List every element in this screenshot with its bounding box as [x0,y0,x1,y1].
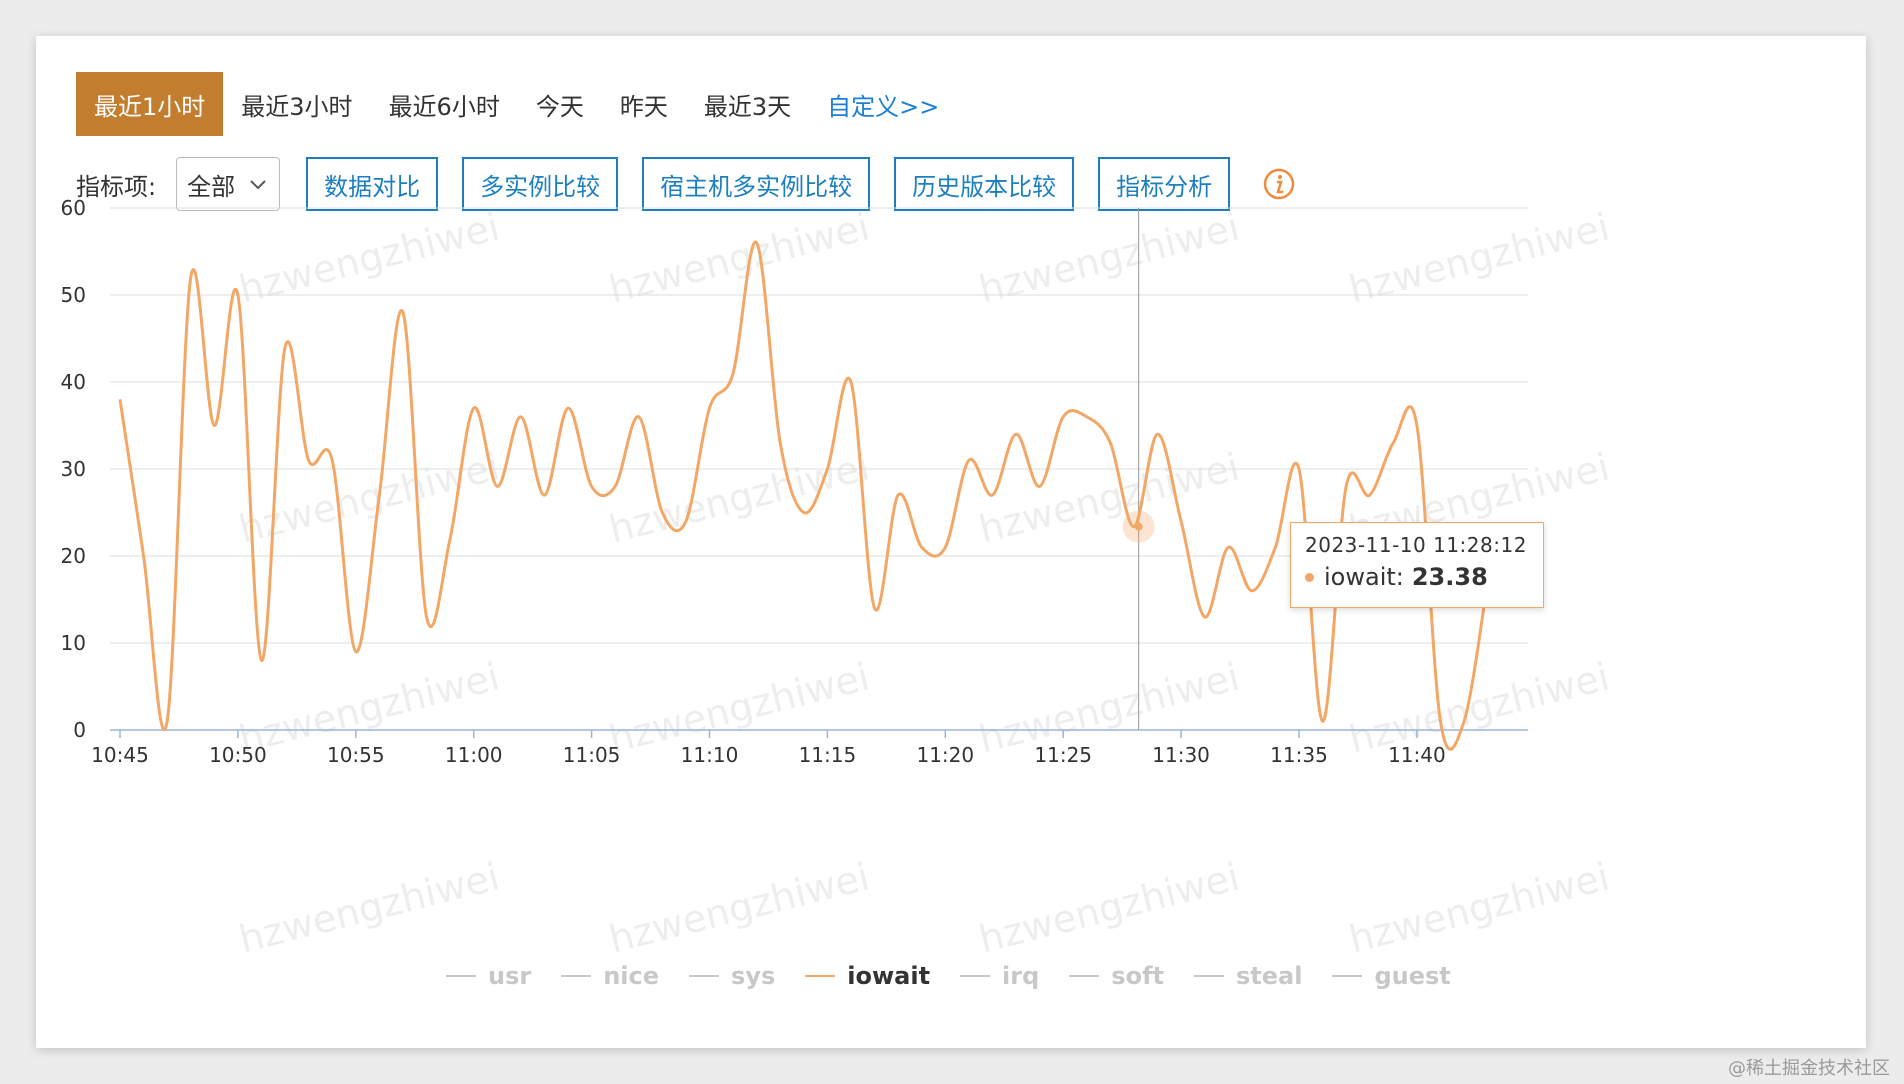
x-tick-label: 11:05 [563,743,621,767]
chart-tooltip: 2023-11-10 11:28:12 iowait: 23.38 [1290,522,1544,608]
legend-item-sys[interactable]: sys [689,962,775,990]
legend-item-steal[interactable]: steal [1193,962,1303,990]
legend-label: usr [488,962,532,990]
legend-label: steal [1235,962,1303,990]
legend-swatch [960,975,991,977]
legend-swatch [561,975,592,977]
legend-label: soft [1111,962,1164,990]
legend-swatch [446,975,476,977]
x-tick-label: 11:00 [445,743,503,767]
legend-swatch [1193,975,1224,977]
y-tick-label: 10 [61,631,86,655]
y-tick-label: 60 [61,196,86,220]
legend-label: iowait [847,962,931,990]
x-tick-label: 10:55 [327,743,385,767]
iowait-series-line [118,240,1490,751]
x-tick-label: 11:35 [1270,743,1328,767]
x-tick-label: 11:20 [916,743,974,767]
legend-item-nice[interactable]: nice [561,962,659,990]
legend-swatch [689,975,720,977]
x-tick-label: 11:30 [1152,743,1210,767]
chart-legend: usr nice sys iowait irq soft steal guest [446,962,1481,990]
tooltip-time: 2023-11-10 11:28:12 [1305,533,1527,557]
legend-swatch [1332,975,1363,977]
x-tick-label: 11:10 [681,743,739,767]
legend-label: nice [603,962,660,990]
tooltip-value: 23.38 [1411,563,1488,591]
legend-label: irq [1002,962,1040,990]
chart-panel: 最近1小时 最近3小时 最近6小时 今天 昨天 最近3天 自定义>> 指标项: 全部 数据对… [36,36,1866,1048]
y-tick-label: 20 [61,544,86,568]
tooltip-row: iowait: 23.38 [1305,563,1529,591]
legend-swatch [805,975,836,977]
legend-item-soft[interactable]: soft [1069,962,1164,990]
iowait-line-chart: 0 10 20 30 40 50 60 10:45 10:50 10:55 11:00 11:05 11… [61,196,1528,767]
y-tick-label: 0 [73,718,86,742]
legend-item-iowait[interactable]: iowait [805,962,930,990]
legend-item-usr[interactable]: usr [446,962,531,990]
x-tick-label: 10:50 [209,743,267,767]
legend-label: guest [1374,962,1451,990]
legend-item-guest[interactable]: guest [1332,962,1451,990]
x-tick-label: 11:40 [1388,743,1446,767]
legend-swatch [1069,975,1100,977]
y-tick-label: 40 [61,370,86,394]
y-tick-label: 30 [61,457,86,481]
highlight-point [1134,522,1143,531]
tooltip-series-name: iowait: [1324,563,1404,591]
x-tick-label: 11:15 [799,743,857,767]
legend-label: sys [731,962,776,990]
footer-watermark: @稀土掘金技术社区 [1728,1058,1890,1079]
x-tick-label: 10:45 [91,743,149,767]
tooltip-series-dot [1305,572,1314,582]
x-tick-label: 11:25 [1034,743,1092,767]
legend-item-irq[interactable]: irq [960,962,1039,990]
y-tick-label: 50 [61,283,86,307]
